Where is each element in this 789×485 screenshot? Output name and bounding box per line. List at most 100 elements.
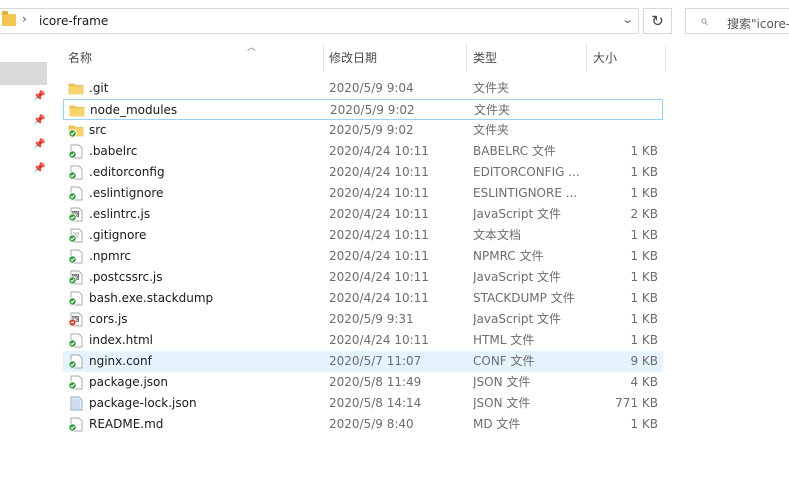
- file-row[interactable]: .postcssrc.js 2020/4/24 10:11 JavaScript 文…: [63, 267, 663, 288]
- address-bar[interactable]: › icore-frame ⌄: [0, 8, 639, 34]
- file-name: .eslintignore: [89, 186, 164, 200]
- pin-icon[interactable]: 📌: [33, 140, 45, 150]
- file-type: ESLINTIGNORE ...: [473, 186, 578, 200]
- file-row[interactable]: index.html 2020/4/24 10:11 HTML 文件 1 KB: [63, 330, 663, 351]
- file-type: CONF 文件: [473, 354, 535, 368]
- file-synced-icon: [68, 186, 83, 201]
- file-date-modified: 2020/4/24 10:11: [329, 270, 429, 284]
- file-name: package.json: [89, 375, 169, 389]
- file-name: package-lock.json: [89, 396, 197, 410]
- file-row[interactable]: package-lock.json 2020/5/8 14:14 JSON 文件 77…: [63, 393, 663, 414]
- file-date-modified: 2020/5/9 9:31: [329, 312, 414, 326]
- file-synced-icon: [68, 249, 83, 264]
- file-size: 1 KB: [630, 417, 658, 431]
- file-type: JavaScript 文件: [473, 312, 561, 326]
- file-type: 文件夹: [473, 123, 510, 137]
- column-header-size[interactable]: 大小: [593, 44, 665, 72]
- file-row[interactable]: .gitignore 2020/4/24 10:11 文本文档 1 KB: [63, 225, 663, 246]
- file-row[interactable]: .eslintrc.js 2020/4/24 10:11 JavaScript 文件…: [63, 204, 663, 225]
- file-date-modified: 2020/4/24 10:11: [329, 207, 429, 221]
- file-size: 1 KB: [630, 312, 658, 326]
- file-size: 9 KB: [630, 354, 658, 368]
- file-synced-icon: [68, 165, 83, 180]
- file-row[interactable]: cors.js 2020/5/9 9:31 JavaScript 文件 1 KB: [63, 309, 663, 330]
- folder-icon: [68, 81, 84, 96]
- file-type: BABELRC 文件: [473, 144, 556, 158]
- file-synced-icon: [68, 144, 83, 159]
- file-type: 文件夹: [474, 103, 511, 117]
- pin-icon[interactable]: 📌: [33, 116, 45, 126]
- file-type: JSON 文件: [473, 375, 531, 389]
- column-divider[interactable]: [323, 44, 324, 72]
- file-date-modified: 2020/4/24 10:11: [329, 291, 429, 305]
- file-date-modified: 2020/4/24 10:11: [329, 249, 429, 263]
- refresh-button[interactable]: ↻: [643, 8, 672, 34]
- file-type: STACKDUMP 文件: [473, 291, 575, 305]
- file-size: 1 KB: [630, 249, 658, 263]
- file-row[interactable]: src 2020/5/9 9:02 文件夹: [63, 120, 663, 141]
- file-type: JavaScript 文件: [473, 207, 561, 221]
- file-icon: [68, 396, 83, 411]
- column-header-type[interactable]: 类型: [473, 44, 586, 72]
- pin-icon[interactable]: 📌: [33, 164, 45, 174]
- file-type: HTML 文件: [473, 333, 535, 347]
- file-name: .git: [89, 81, 109, 95]
- file-type: EDITORCONFIG ...: [473, 165, 580, 179]
- column-divider[interactable]: [665, 44, 666, 72]
- file-size: 1 KB: [630, 144, 658, 158]
- file-name: .babelrc: [89, 144, 138, 158]
- file-row[interactable]: bash.exe.stackdump 2020/4/24 10:11 STACKDU…: [63, 288, 663, 309]
- file-date-modified: 2020/4/24 10:11: [329, 333, 429, 347]
- file-date-modified: 2020/4/24 10:11: [329, 186, 429, 200]
- file-row[interactable]: .git 2020/5/9 9:04 文件夹: [63, 78, 663, 99]
- chevron-down-icon[interactable]: ⌄: [621, 13, 634, 26]
- file-name: README.md: [89, 417, 164, 431]
- file-row[interactable]: .npmrc 2020/4/24 10:11 NPMRC 文件 1 KB: [63, 246, 663, 267]
- file-type: NPMRC 文件: [473, 249, 544, 263]
- column-divider[interactable]: [466, 44, 467, 72]
- file-date-modified: 2020/5/9 9:02: [330, 103, 415, 117]
- file-date-modified: 2020/4/24 10:11: [329, 165, 429, 179]
- file-row[interactable]: package.json 2020/5/8 11:49 JSON 文件 4 KB: [63, 372, 663, 393]
- pin-icon[interactable]: 📌: [33, 92, 45, 102]
- file-type: 文本文档: [473, 228, 522, 242]
- refresh-icon: ↻: [651, 12, 664, 30]
- breadcrumb-separator[interactable]: ›: [22, 12, 27, 26]
- file-type: MD 文件: [473, 417, 521, 431]
- js-file-synced-icon: [68, 270, 83, 285]
- file-row[interactable]: .eslintignore 2020/4/24 10:11 ESLINTIGNORE…: [63, 183, 663, 204]
- file-size: [583, 120, 658, 141]
- file-size: 1 KB: [630, 165, 658, 179]
- file-name: bash.exe.stackdump: [89, 291, 214, 305]
- file-synced-icon: [68, 333, 83, 348]
- file-row[interactable]: .editorconfig 2020/4/24 10:11 EDITORCONFIG…: [63, 162, 663, 183]
- file-row[interactable]: README.md 2020/5/9 8:40 MD 文件 1 KB: [63, 414, 663, 435]
- file-size: 2 KB: [630, 207, 658, 221]
- nav-item-selected[interactable]: [0, 62, 47, 85]
- column-header-name[interactable]: 名称: [68, 44, 323, 72]
- file-type: JavaScript 文件: [473, 270, 561, 284]
- file-row[interactable]: .babelrc 2020/4/24 10:11 BABELRC 文件 1 KB: [63, 141, 663, 162]
- file-name: .postcssrc.js: [89, 270, 163, 284]
- file-name: .eslintrc.js: [89, 207, 151, 221]
- column-header-date[interactable]: 修改日期: [329, 44, 466, 72]
- file-size: 4 KB: [630, 375, 658, 389]
- file-name: .npmrc: [89, 249, 131, 263]
- file-size: 771 KB: [615, 396, 658, 410]
- breadcrumb-icore-frame[interactable]: icore-frame: [39, 14, 108, 28]
- js-file-synced-icon: [68, 207, 83, 222]
- file-date-modified: 2020/4/24 10:11: [329, 144, 429, 158]
- file-date-modified: 2020/5/7 11:07: [329, 354, 422, 368]
- file-row[interactable]: nginx.conf 2020/5/7 11:07 CONF 文件 9 KB: [63, 351, 663, 372]
- search-icon: ⌕: [700, 13, 708, 29]
- file-date-modified: 2020/5/9 9:02: [329, 123, 414, 137]
- column-divider[interactable]: [586, 44, 587, 72]
- search-input[interactable]: ⌕ 搜索"icore-: [685, 8, 789, 34]
- folder-synced-icon: [68, 123, 84, 138]
- file-size: 1 KB: [630, 186, 658, 200]
- file-name: nginx.conf: [89, 354, 152, 368]
- folder-icon: [2, 11, 16, 26]
- file-list: .git 2020/5/9 9:04 文件夹 node_modules 2020/5/…: [63, 78, 663, 435]
- file-name: src: [89, 123, 107, 137]
- file-row[interactable]: node_modules 2020/5/9 9:02 文件夹: [63, 99, 663, 120]
